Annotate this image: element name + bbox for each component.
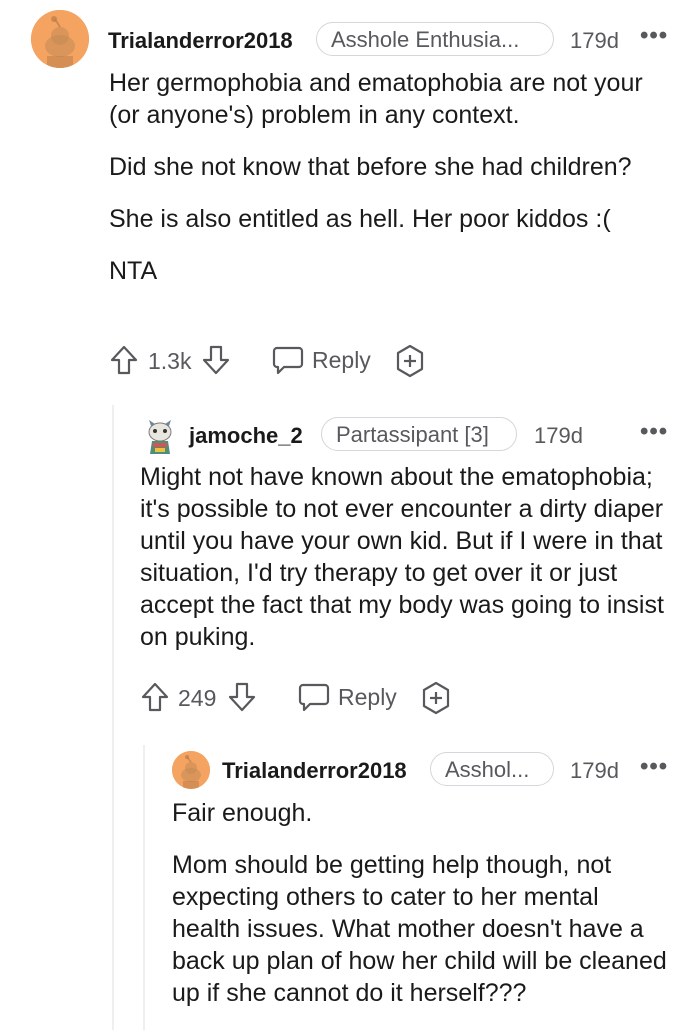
upvote-arrow-icon[interactable] bbox=[140, 681, 170, 718]
comment-timestamp: 179d bbox=[570, 28, 619, 53]
speech-bubble-icon bbox=[298, 683, 330, 712]
avatar[interactable] bbox=[172, 751, 210, 789]
comment-paragraph: Her germophobia and ematophobia are not … bbox=[109, 69, 643, 129]
comment-paragraph: Fair enough. bbox=[172, 799, 313, 827]
comment-author[interactable]: jamoche_2 bbox=[189, 423, 303, 449]
thread-line[interactable] bbox=[112, 405, 114, 1030]
comment-body: Fair enough. Mom should be getting help … bbox=[172, 797, 672, 1029]
avatar[interactable] bbox=[31, 10, 89, 68]
thread-line[interactable] bbox=[143, 745, 145, 1030]
comment-paragraph: Might not have known about the ematophob… bbox=[140, 463, 664, 651]
comment-paragraph: NTA bbox=[109, 257, 158, 285]
award-plus-icon[interactable] bbox=[419, 681, 453, 720]
award-plus-icon[interactable] bbox=[393, 344, 427, 383]
comment-body: Might not have known about the ematophob… bbox=[140, 461, 668, 673]
avatar[interactable] bbox=[143, 416, 177, 456]
downvote-arrow-icon[interactable] bbox=[201, 344, 231, 381]
snoo-avatar-icon bbox=[172, 751, 210, 789]
custom-avatar-icon bbox=[148, 420, 172, 454]
upvote-arrow-icon[interactable] bbox=[109, 344, 139, 381]
ellipsis-icon[interactable]: ••• bbox=[640, 418, 668, 446]
comment-body: Her germophobia and ematophobia are not … bbox=[109, 67, 669, 307]
comment-author[interactable]: Trialanderror2018 bbox=[108, 28, 293, 54]
ellipsis-icon[interactable]: ••• bbox=[640, 22, 668, 50]
vote-count: 1.3k bbox=[148, 348, 192, 374]
vote-count: 249 bbox=[178, 685, 217, 711]
reply-button[interactable]: Reply bbox=[272, 343, 372, 377]
reply-label: Reply bbox=[312, 347, 371, 373]
comment-paragraph: She is also entitled as hell. Her poor k… bbox=[109, 205, 611, 233]
comment-author[interactable]: Trialanderror2018 bbox=[222, 758, 407, 784]
reply-label: Reply bbox=[338, 684, 397, 710]
downvote-arrow-icon[interactable] bbox=[227, 681, 257, 718]
comment-paragraph: Did she not know that before she had chi… bbox=[109, 153, 632, 181]
user-flair: Asshol... bbox=[430, 752, 554, 786]
user-flair: Partassipant [3] bbox=[321, 417, 517, 451]
ellipsis-icon[interactable]: ••• bbox=[640, 753, 668, 781]
comment-paragraph: Mom should be getting help though, not e… bbox=[172, 851, 667, 1007]
comment-timestamp: 179d bbox=[534, 423, 583, 448]
comment-timestamp: 179d bbox=[570, 758, 619, 783]
speech-bubble-icon bbox=[272, 346, 304, 375]
user-flair: Asshole Enthusia... bbox=[316, 22, 554, 56]
snoo-avatar-icon bbox=[31, 10, 89, 68]
reply-button[interactable]: Reply bbox=[298, 680, 398, 714]
